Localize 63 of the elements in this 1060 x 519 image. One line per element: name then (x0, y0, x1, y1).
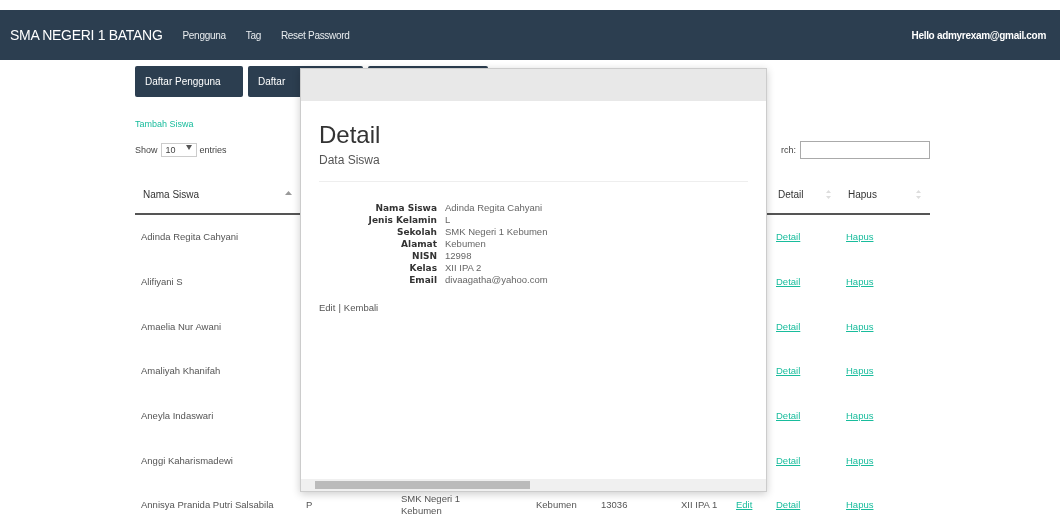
delete-link[interactable]: Hapus (846, 499, 874, 512)
detail-link[interactable]: Detail (776, 499, 801, 512)
field-label: Kelas (408, 262, 437, 274)
nav-link[interactable]: Tag (245, 29, 261, 41)
search-field[interactable] (800, 141, 930, 159)
edit-link[interactable]: Edit (319, 302, 336, 313)
table-cell-text: Amaelia Nur Awani (140, 319, 223, 334)
length-label: entries (199, 145, 227, 155)
delete-link[interactable]: Hapus (846, 409, 874, 423)
delete-link[interactable]: Hapus (846, 365, 874, 378)
back-link[interactable]: Kembali (343, 302, 379, 313)
user-menu[interactable]: Hello admyrexam@gmail.com (911, 29, 1046, 41)
table-cell-text: SMK Negeri 1 Kebumen (400, 492, 462, 519)
delete-link[interactable]: Hapus (846, 320, 874, 333)
separator: | (338, 302, 341, 313)
detail-link[interactable]: Detail (776, 231, 801, 244)
field-label: Jenis Kelamin (367, 214, 437, 226)
tab-button[interactable]: Daftar Pengguna (135, 66, 243, 97)
detail-link[interactable]: Detail (776, 409, 801, 423)
detail-link[interactable]: Detail (776, 320, 801, 333)
field-label: Alamat (400, 238, 437, 250)
nav-link[interactable]: Reset Password (280, 29, 350, 41)
edit-link[interactable]: Edit (736, 499, 753, 512)
modal-subtitle: Data Siswa (319, 153, 381, 167)
table-cell-text: Alifiyani S (140, 274, 184, 289)
table-cell-text: Anggi Kaharismadewi (140, 453, 234, 468)
field-value: 12998 (445, 250, 473, 262)
field-value: divaagatha@yahoo.com (445, 274, 549, 286)
delete-link[interactable]: Hapus (846, 275, 874, 289)
sort-icon (825, 189, 832, 199)
table-cell-text: Amaliyah Khanifah (140, 364, 222, 379)
column-header[interactable]: Detail (770, 175, 840, 215)
table-cell-text: P (305, 498, 314, 513)
detail-link[interactable]: Detail (776, 275, 801, 289)
field-label: Nama Siswa (374, 202, 437, 214)
field-value: Kebumen (445, 238, 487, 250)
field-value: Adinda Regita Cahyani (445, 202, 544, 214)
table-cell-text: Annisya Pranida Putri Salsabila (140, 498, 275, 513)
nav-link[interactable]: Pengguna (182, 29, 226, 41)
modal-title: Detail (319, 121, 382, 149)
field-value: XII IPA 2 (445, 262, 483, 274)
delete-link[interactable]: Hapus (846, 454, 874, 467)
table-cell-text: 13036 (600, 498, 629, 513)
field-label: Email (408, 274, 437, 286)
detail-link[interactable]: Detail (776, 365, 801, 378)
detail-link[interactable]: Detail (776, 454, 801, 467)
sort-icon (915, 189, 922, 199)
field-label: Sekolah (395, 226, 437, 238)
table-cell-text: XII IPA 1 (680, 498, 719, 513)
table-cell-text: Kebumen (535, 498, 578, 513)
entries-select[interactable]: 10 (160, 143, 197, 157)
length-label: Show (135, 145, 158, 155)
horizontal-scrollbar[interactable] (301, 479, 766, 491)
search-label: rch: (781, 145, 796, 155)
caret-icon (185, 145, 192, 150)
delete-link[interactable]: Hapus (846, 231, 874, 244)
brand-title[interactable]: SMA NEGERI 1 BATANG (10, 27, 163, 43)
column-header[interactable]: Hapus (840, 175, 930, 215)
table-cell-text: Adinda Regita Cahyani (140, 230, 240, 245)
field-value: L (445, 214, 452, 226)
field-value: SMK Negeri 1 Kebumen (445, 226, 549, 238)
table-cell-text: Aneyla Indaswari (140, 408, 215, 423)
field-label: NISN (411, 250, 437, 262)
